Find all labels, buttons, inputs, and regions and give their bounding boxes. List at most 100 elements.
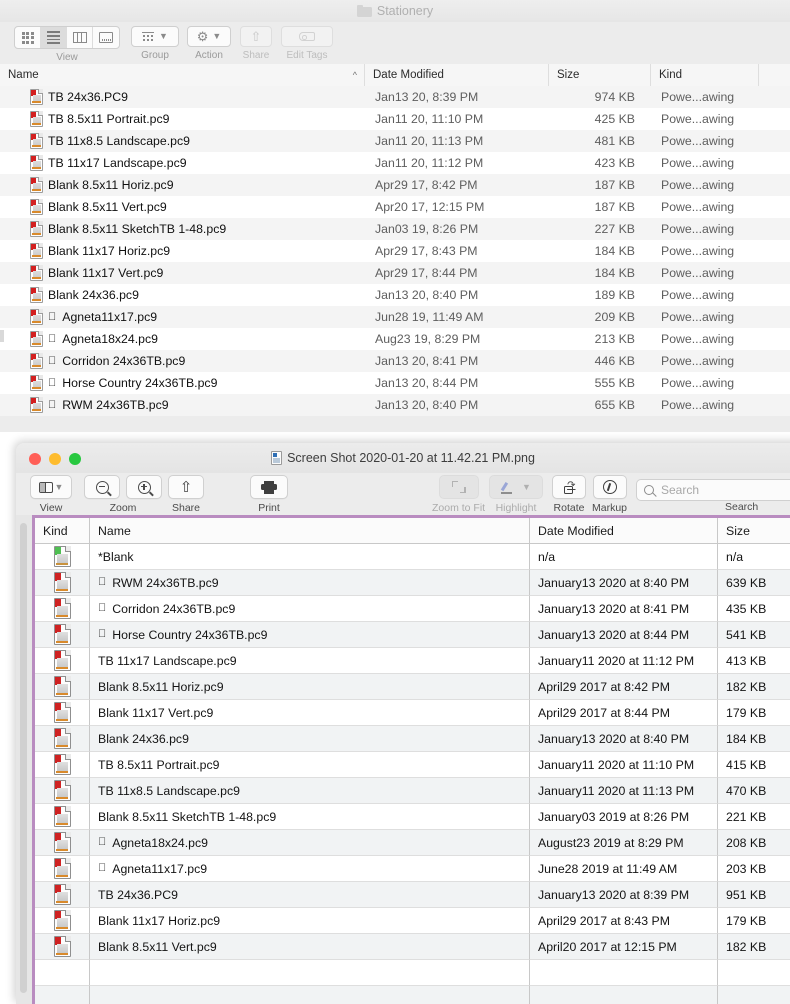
group-button[interactable]: ▼ — [131, 26, 179, 47]
group-icon — [142, 31, 155, 42]
image-date-cell: January03 2019 at 8:26 PM — [530, 804, 718, 830]
image-kind-cell — [35, 648, 90, 674]
view-icon-list[interactable] — [41, 27, 67, 48]
column-header-size[interactable]: Size — [549, 64, 651, 86]
zoom-out-button[interactable] — [84, 475, 120, 499]
document-icon — [53, 806, 71, 827]
table-row[interactable]: TB 24x36.PC9 Jan13 20, 8:39 PM 974 KB Powe.… — [0, 86, 790, 108]
table-row[interactable]: TB 8.5x11 Portrait.pc9 Jan11 20, 11:10 PM… — [0, 108, 790, 130]
view-icon-grid[interactable] — [15, 27, 41, 48]
image-column-date-label: Date Modified — [538, 523, 614, 538]
preview-scrollbar-left[interactable] — [16, 515, 32, 1004]
file-name-text: TB 8.5x11 Portrait.pc9 — [48, 112, 170, 126]
chevron-down-icon: ▼ — [522, 481, 531, 492]
rotate-button[interactable]: ↷ — [552, 475, 586, 499]
image-kind-cell — [35, 622, 90, 648]
column-header-date-label: Date Modified — [373, 69, 444, 81]
preview-share-button[interactable]: ⇧ — [168, 475, 204, 499]
kind-cell: Powe...awing — [661, 90, 735, 104]
image-column-kind-label: Kind — [43, 523, 68, 538]
image-kind-cell — [35, 986, 90, 1004]
preview-titlebar[interactable]: Screen Shot 2020-01-20 at 11.42.21 PM.pn… — [16, 443, 790, 473]
table-row[interactable]: Corridon 24x36TB.pc9 Jan13 20, 8:41 PM 44… — [0, 350, 790, 372]
table-row[interactable]: Blank 8.5x11 Horiz.pc9 Apr29 17, 8:42 PM 1… — [0, 174, 790, 196]
image-date-cell: August23 2019 at 8:29 PM — [530, 830, 718, 856]
view-segmented-control[interactable] — [14, 26, 120, 49]
preview-view-button[interactable]: ▼ — [30, 475, 72, 499]
image-name-text: Horse Country 24x36TB.pc9 — [104, 627, 267, 642]
file-name-cell: TB 24x36.PC9 — [0, 86, 365, 108]
highlight-label: Highlight — [495, 502, 537, 514]
apple-logo-icon:  — [98, 577, 106, 588]
table-row[interactable]: Blank 11x17 Vert.pc9 Apr29 17, 8:44 PM 184… — [0, 262, 790, 284]
image-date-cell: April29 2017 at 8:42 PM — [530, 674, 718, 700]
share-icon: ⇧ — [250, 29, 262, 44]
image-name-text: Agneta18x24.pc9 — [104, 835, 208, 850]
date-modified-cell: Jan13 20, 8:40 PM — [375, 288, 479, 302]
action-button[interactable]: ⚙ ▼ — [187, 26, 231, 47]
document-icon — [30, 111, 43, 127]
image-kind-cell — [35, 856, 90, 882]
zoom-in-button[interactable] — [126, 475, 162, 499]
image-name-text: TB 11x17 Landscape.pc9 — [98, 653, 237, 668]
table-row[interactable]: Blank 11x17 Horiz.pc9 Apr29 17, 8:43 PM 18… — [0, 240, 790, 262]
table-row[interactable]: TB 11x17 Landscape.pc9 Jan11 20, 11:12 PM… — [0, 152, 790, 174]
markup-button[interactable] — [592, 475, 627, 499]
file-name-text: Blank 11x17 Vert.pc9 — [48, 266, 164, 280]
image-kind-cell — [35, 960, 90, 986]
kind-cell: Powe...awing — [661, 398, 735, 412]
table-row[interactable]: TB 11x8.5 Landscape.pc9 Jan11 20, 11:13 P… — [0, 130, 790, 152]
date-modified-cell: Jan11 20, 11:12 PM — [375, 156, 484, 170]
view-icon-column[interactable] — [67, 27, 93, 48]
size-cell: 974 KB — [594, 90, 635, 104]
table-row[interactable]: Horse Country 24x36TB.pc9 Jan13 20, 8:44… — [0, 372, 790, 394]
apple-logo-icon:  — [98, 603, 106, 614]
preview-search-field[interactable] — [636, 479, 790, 501]
image-column-header-size: Size — [718, 518, 790, 543]
rotate-group: ↷ Rotate — [552, 475, 586, 514]
table-row[interactable]: Blank 8.5x11 Vert.pc9 Apr20 17, 12:15 PM 1… — [0, 196, 790, 218]
file-name-text: Blank 24x36.pc9 — [48, 288, 139, 302]
table-row[interactable]: RWM 24x36TB.pc9 Jan13 20, 8:40 PM 655 KB P… — [0, 394, 790, 416]
image-name-cell: Agneta11x17.pc9 — [90, 856, 530, 882]
print-button[interactable] — [250, 475, 288, 499]
tag-icon — [299, 32, 315, 41]
highlight-button[interactable]: ▼ — [489, 475, 543, 499]
share-button[interactable]: ⇧ — [240, 26, 272, 47]
table-row[interactable]: Blank 24x36.pc9 Jan13 20, 8:40 PM 189 KB Po… — [0, 284, 790, 306]
image-kind-cell — [35, 596, 90, 622]
list-item: Blank 11x17 Vert.pc9 April29 2017 at 8:44… — [35, 700, 790, 726]
preview-zoom-group: Zoom — [84, 475, 162, 514]
minimize-button[interactable] — [49, 453, 61, 465]
column-header-date-modified[interactable]: Date Modified — [365, 64, 549, 86]
file-name-cell: Agneta18x24.pc9 — [0, 328, 365, 350]
file-name-cell: Corridon 24x36TB.pc9 — [0, 350, 365, 372]
document-icon — [53, 702, 71, 723]
view-icon-gallery[interactable] — [93, 27, 119, 48]
action-control-group: ⚙ ▼ Action — [187, 26, 231, 61]
table-row[interactable]: Agneta11x17.pc9 Jun28 19, 11:49 AM 209 KB… — [0, 306, 790, 328]
preview-view-label: View — [39, 502, 63, 514]
image-kind-cell — [35, 830, 90, 856]
share-control-group: ⇧ Share — [240, 26, 272, 61]
column-header-kind[interactable]: Kind — [651, 64, 759, 86]
image-size-cell: 639 KB — [718, 570, 790, 596]
markup-label: Markup — [592, 502, 628, 514]
zoom-to-fit-button[interactable] — [438, 475, 479, 499]
column-header-name[interactable]: Name ^ — [0, 64, 365, 86]
scrollbar-thumb[interactable] — [20, 523, 27, 993]
kind-cell: Powe...awing — [661, 244, 735, 258]
date-modified-cell: Jun28 19, 11:49 AM — [375, 310, 484, 324]
document-icon — [53, 884, 71, 905]
document-icon — [30, 353, 43, 369]
table-row[interactable]: Blank 8.5x11 SketchTB 1-48.pc9 Jan03 19, … — [0, 218, 790, 240]
list-item: TB 8.5x11 Portrait.pc9 January11 2020 at … — [35, 752, 790, 778]
close-button[interactable] — [29, 453, 41, 465]
search-input[interactable] — [659, 482, 790, 498]
zoom-button[interactable] — [69, 453, 81, 465]
preview-window-title: Screen Shot 2020-01-20 at 11.42.21 PM.pn… — [271, 451, 535, 465]
edit-tags-button[interactable] — [281, 26, 333, 47]
list-item: TB 11x8.5 Landscape.pc9 January11 2020 at… — [35, 778, 790, 804]
table-row[interactable]: Agneta18x24.pc9 Aug23 19, 8:29 PM 213 KB P… — [0, 328, 790, 350]
share-label: Share — [242, 50, 270, 61]
